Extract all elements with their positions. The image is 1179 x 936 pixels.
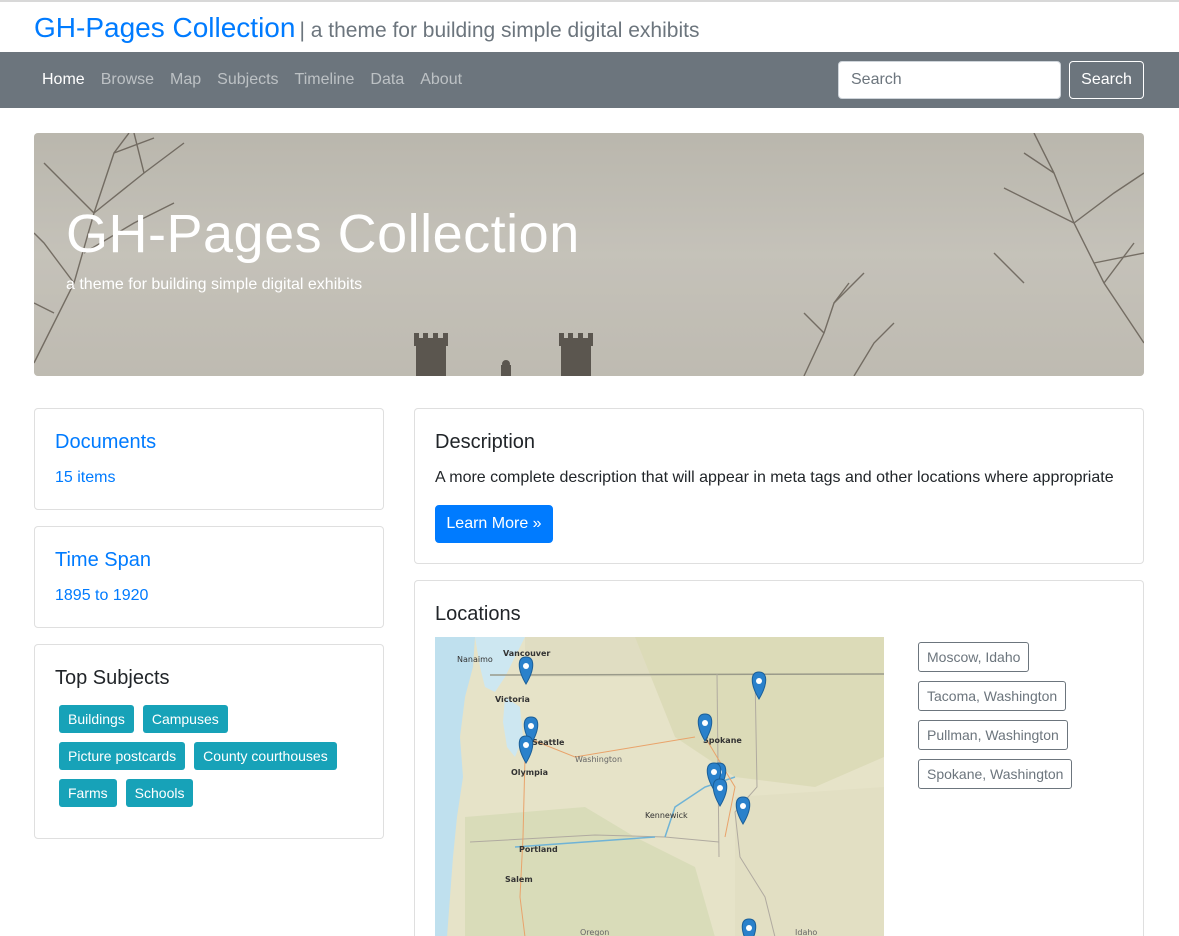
locations-title: Locations	[435, 603, 521, 625]
nav-subjects[interactable]: Subjects	[217, 71, 278, 89]
hero-subtitle: a theme for building simple digital exhi…	[66, 276, 363, 293]
nav-browse[interactable]: Browse	[101, 71, 154, 89]
nav-links: Home Browse Map Subjects Timeline Data A…	[42, 71, 478, 89]
map-marker-icon[interactable]	[741, 918, 757, 936]
site-header: GH-Pages Collection | a theme for buildin…	[34, 12, 699, 48]
location-button-tacoma[interactable]: Tacoma, Washington	[918, 681, 1067, 711]
svg-text:Portland: Portland	[519, 845, 558, 854]
svg-text:Spokane: Spokane	[703, 736, 742, 745]
subject-tag[interactable]: Picture postcards	[59, 742, 186, 770]
hero-title: GH-Pages Collection	[66, 204, 580, 264]
site-tagline: | a theme for building simple digital ex…	[299, 19, 700, 42]
description-card: Description A more complete description …	[414, 408, 1144, 564]
subject-tags: Buildings Campuses Picture postcards Count…	[59, 705, 359, 816]
top-border	[0, 0, 1179, 2]
hero-banner: GH-Pages Collection a theme for building…	[34, 133, 1144, 376]
nav-about[interactable]: About	[420, 71, 462, 89]
svg-text:Idaho: Idaho	[795, 928, 817, 936]
nav-data[interactable]: Data	[370, 71, 404, 89]
subject-tag[interactable]: County courthouses	[194, 742, 337, 770]
time-span-title[interactable]: Time Span	[55, 549, 151, 572]
location-button-spokane[interactable]: Spokane, Washington	[918, 759, 1073, 789]
svg-text:Oregon: Oregon	[580, 928, 609, 936]
location-button-pullman[interactable]: Pullman, Washington	[918, 720, 1068, 750]
navbar: Home Browse Map Subjects Timeline Data A…	[0, 52, 1179, 108]
svg-text:Seattle: Seattle	[532, 738, 565, 747]
nav-timeline[interactable]: Timeline	[295, 71, 355, 89]
top-subjects-title: Top Subjects	[55, 667, 170, 689]
documents-count[interactable]: 15 items	[55, 469, 115, 487]
location-button-moscow[interactable]: Moscow, Idaho	[918, 642, 1030, 672]
description-title: Description	[435, 431, 536, 453]
subject-tag[interactable]: Schools	[125, 779, 194, 807]
learn-more-button[interactable]: Learn More »	[435, 505, 553, 543]
subject-tag[interactable]: Campuses	[142, 705, 228, 733]
locations-card: Locations Nanaimo Vancouver Victoria Sea…	[414, 580, 1144, 936]
documents-title[interactable]: Documents	[55, 431, 156, 454]
search-input[interactable]	[838, 61, 1061, 99]
nav-home[interactable]: Home	[42, 71, 85, 89]
svg-text:Washington: Washington	[575, 755, 622, 764]
location-list: Moscow, Idaho Tacoma, Washington Pullman…	[918, 642, 1073, 798]
nav-map[interactable]: Map	[170, 71, 201, 89]
map-tiles[interactable]: Nanaimo Vancouver Victoria Seattle Olymp…	[435, 637, 884, 936]
subject-tag[interactable]: Farms	[59, 779, 117, 807]
subject-tag[interactable]: Buildings	[59, 705, 134, 733]
site-title-link[interactable]: GH-Pages Collection	[34, 12, 295, 43]
top-subjects-card: Top Subjects Buildings Campuses Picture p…	[34, 644, 384, 839]
search-button[interactable]: Search	[1069, 61, 1144, 99]
svg-text:Olympia: Olympia	[511, 768, 548, 777]
svg-text:Victoria: Victoria	[495, 695, 530, 704]
time-span-card: Time Span 1895 to 1920	[34, 526, 384, 628]
svg-text:Salem: Salem	[505, 875, 533, 884]
description-text: A more complete description that will ap…	[435, 469, 1114, 486]
svg-text:Kennewick: Kennewick	[645, 811, 688, 820]
locations-map[interactable]: Nanaimo Vancouver Victoria Seattle Olymp…	[435, 637, 884, 936]
documents-card: Documents 15 items	[34, 408, 384, 510]
svg-text:Nanaimo: Nanaimo	[457, 655, 493, 664]
time-span-value[interactable]: 1895 to 1920	[55, 587, 148, 605]
